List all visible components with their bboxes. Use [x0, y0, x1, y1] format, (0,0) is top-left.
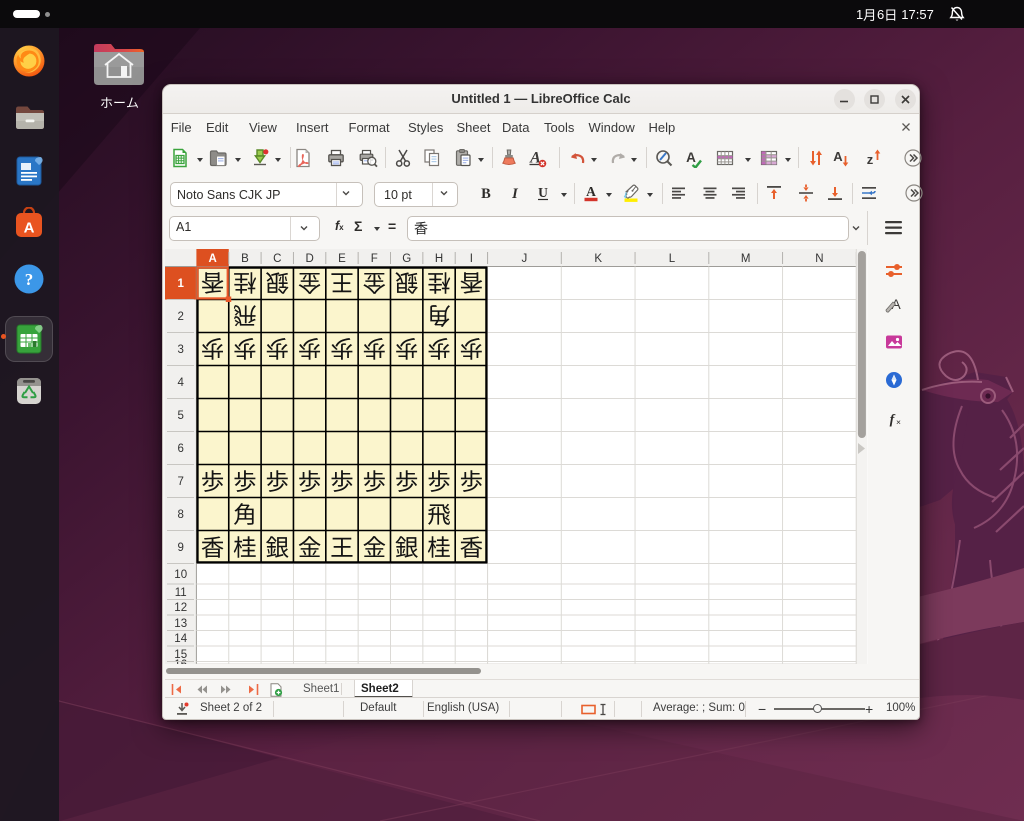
svg-text:8: 8 — [177, 509, 183, 521]
svg-text:11: 11 — [175, 587, 187, 599]
svg-text:10: 10 — [174, 569, 187, 581]
svg-text:14: 14 — [174, 633, 187, 645]
svg-text:f: f — [890, 413, 896, 428]
svg-text:U: U — [538, 185, 548, 200]
svg-text:12: 12 — [174, 602, 187, 614]
svg-text:B: B — [481, 186, 491, 202]
svg-text:3: 3 — [177, 344, 183, 356]
svg-text:G: G — [402, 253, 411, 265]
svg-text:1: 1 — [177, 278, 184, 290]
svg-text:D: D — [305, 253, 313, 265]
svg-text:J: J — [522, 253, 528, 265]
svg-text:F: F — [371, 253, 378, 265]
svg-text:E: E — [338, 253, 346, 265]
svg-text:L: L — [669, 253, 676, 265]
svg-text:?: ? — [25, 270, 34, 289]
svg-text:6: 6 — [177, 443, 183, 455]
svg-text:C: C — [273, 253, 281, 265]
svg-text:N: N — [815, 253, 823, 265]
svg-text:I: I — [470, 253, 473, 265]
svg-text:5: 5 — [177, 410, 183, 422]
svg-text:A: A — [24, 220, 35, 237]
svg-text:A: A — [833, 149, 843, 164]
svg-text:2: 2 — [177, 311, 183, 323]
svg-text:K: K — [594, 253, 602, 265]
svg-text:7: 7 — [177, 476, 183, 488]
svg-text:4: 4 — [177, 377, 184, 389]
svg-text:9: 9 — [177, 542, 183, 554]
svg-text:H: H — [435, 253, 443, 265]
svg-text:A: A — [586, 184, 596, 199]
svg-text:13: 13 — [174, 618, 187, 630]
svg-text:×: × — [896, 417, 901, 427]
svg-text:B: B — [241, 253, 249, 265]
svg-text:M: M — [741, 253, 751, 265]
svg-text:z: z — [867, 152, 874, 167]
svg-text:I: I — [512, 186, 520, 202]
svg-text:A: A — [208, 253, 216, 265]
svg-text:A: A — [686, 150, 696, 165]
